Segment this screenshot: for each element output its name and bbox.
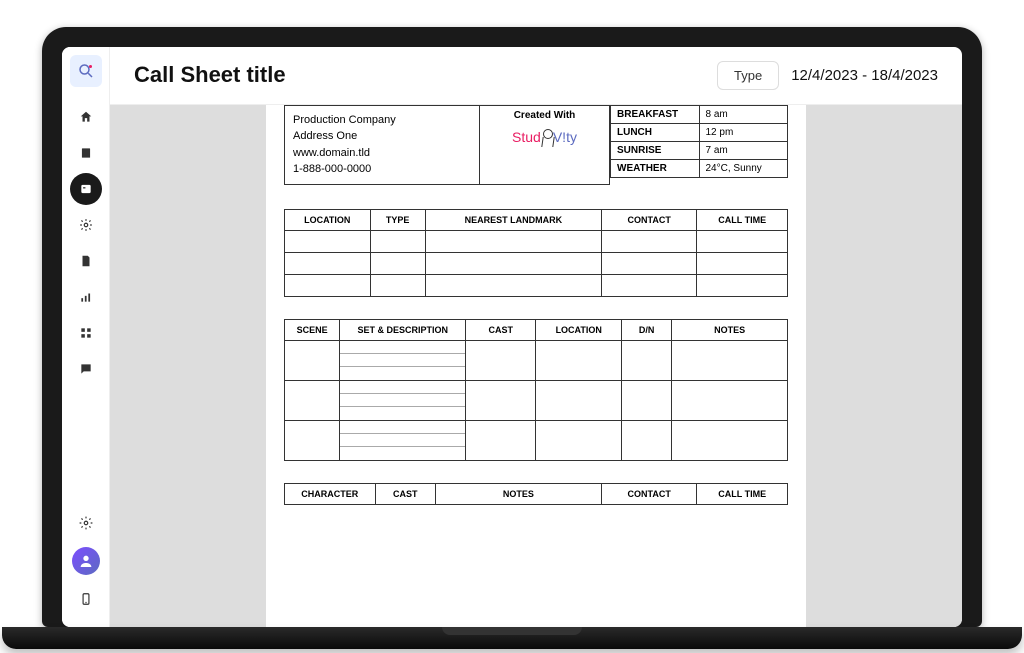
table-row: BREAKFAST8 am (611, 105, 788, 123)
schedule-info: BREAKFAST8 am LUNCH12 pm SUNRISE7 am WEA… (610, 105, 788, 185)
type-button[interactable]: Type (717, 61, 779, 90)
table-row: LUNCH12 pm (611, 123, 788, 141)
production-info: Production Company Address One www.domai… (284, 105, 480, 185)
created-with-panel: Created With StudV!ty (480, 105, 610, 185)
company-address: Address One (293, 128, 471, 145)
table-row (285, 420, 788, 460)
grid-icon[interactable] (70, 317, 102, 349)
gear-icon[interactable] (70, 209, 102, 241)
page-title: Call Sheet title (134, 62, 705, 88)
company-phone: 1-888-000-0000 (293, 161, 471, 178)
location-table: LOCATION TYPE NEAREST LANDMARK CONTACT C… (284, 209, 788, 297)
character-table: CHARACTER CAST NOTES CONTACT CALL TIME (284, 483, 788, 505)
scene-table: SCENE SET & DESCRIPTION CAST LOCATION D/… (284, 319, 788, 461)
callsheet-document: Production Company Address One www.domai… (266, 105, 806, 627)
company-name: Production Company (293, 112, 471, 129)
callsheet-icon[interactable] (70, 173, 102, 205)
date-range: 12/4/2023 - 18/4/2023 (791, 67, 938, 84)
mobile-icon[interactable] (70, 583, 102, 615)
laptop-frame: Call Sheet title Type 12/4/2023 - 18/4/2… (42, 27, 982, 627)
document-viewport[interactable]: Production Company Address One www.domai… (110, 105, 962, 627)
main-content: Call Sheet title Type 12/4/2023 - 18/4/2… (110, 47, 962, 627)
laptop-base (2, 627, 1022, 649)
header: Call Sheet title Type 12/4/2023 - 18/4/2… (110, 47, 962, 105)
company-website: www.domain.tld (293, 145, 471, 162)
screen: Call Sheet title Type 12/4/2023 - 18/4/2… (62, 47, 962, 627)
document-icon[interactable] (70, 245, 102, 277)
settings-icon[interactable] (70, 507, 102, 539)
script-icon[interactable] (70, 137, 102, 169)
studiovity-logo: StudV!ty (484, 129, 605, 147)
table-row: WEATHER24°C, Sunny (611, 159, 788, 177)
table-row (285, 340, 788, 380)
avatar[interactable] (72, 547, 100, 575)
sidebar (62, 47, 110, 627)
chart-icon[interactable] (70, 281, 102, 313)
chat-icon[interactable] (70, 353, 102, 385)
table-row (285, 380, 788, 420)
home-icon[interactable] (70, 101, 102, 133)
table-row (285, 230, 788, 252)
table-row (285, 274, 788, 296)
app-logo-icon[interactable] (70, 55, 102, 87)
table-row (285, 252, 788, 274)
created-with-label: Created With (484, 110, 605, 121)
table-row: SUNRISE7 am (611, 141, 788, 159)
